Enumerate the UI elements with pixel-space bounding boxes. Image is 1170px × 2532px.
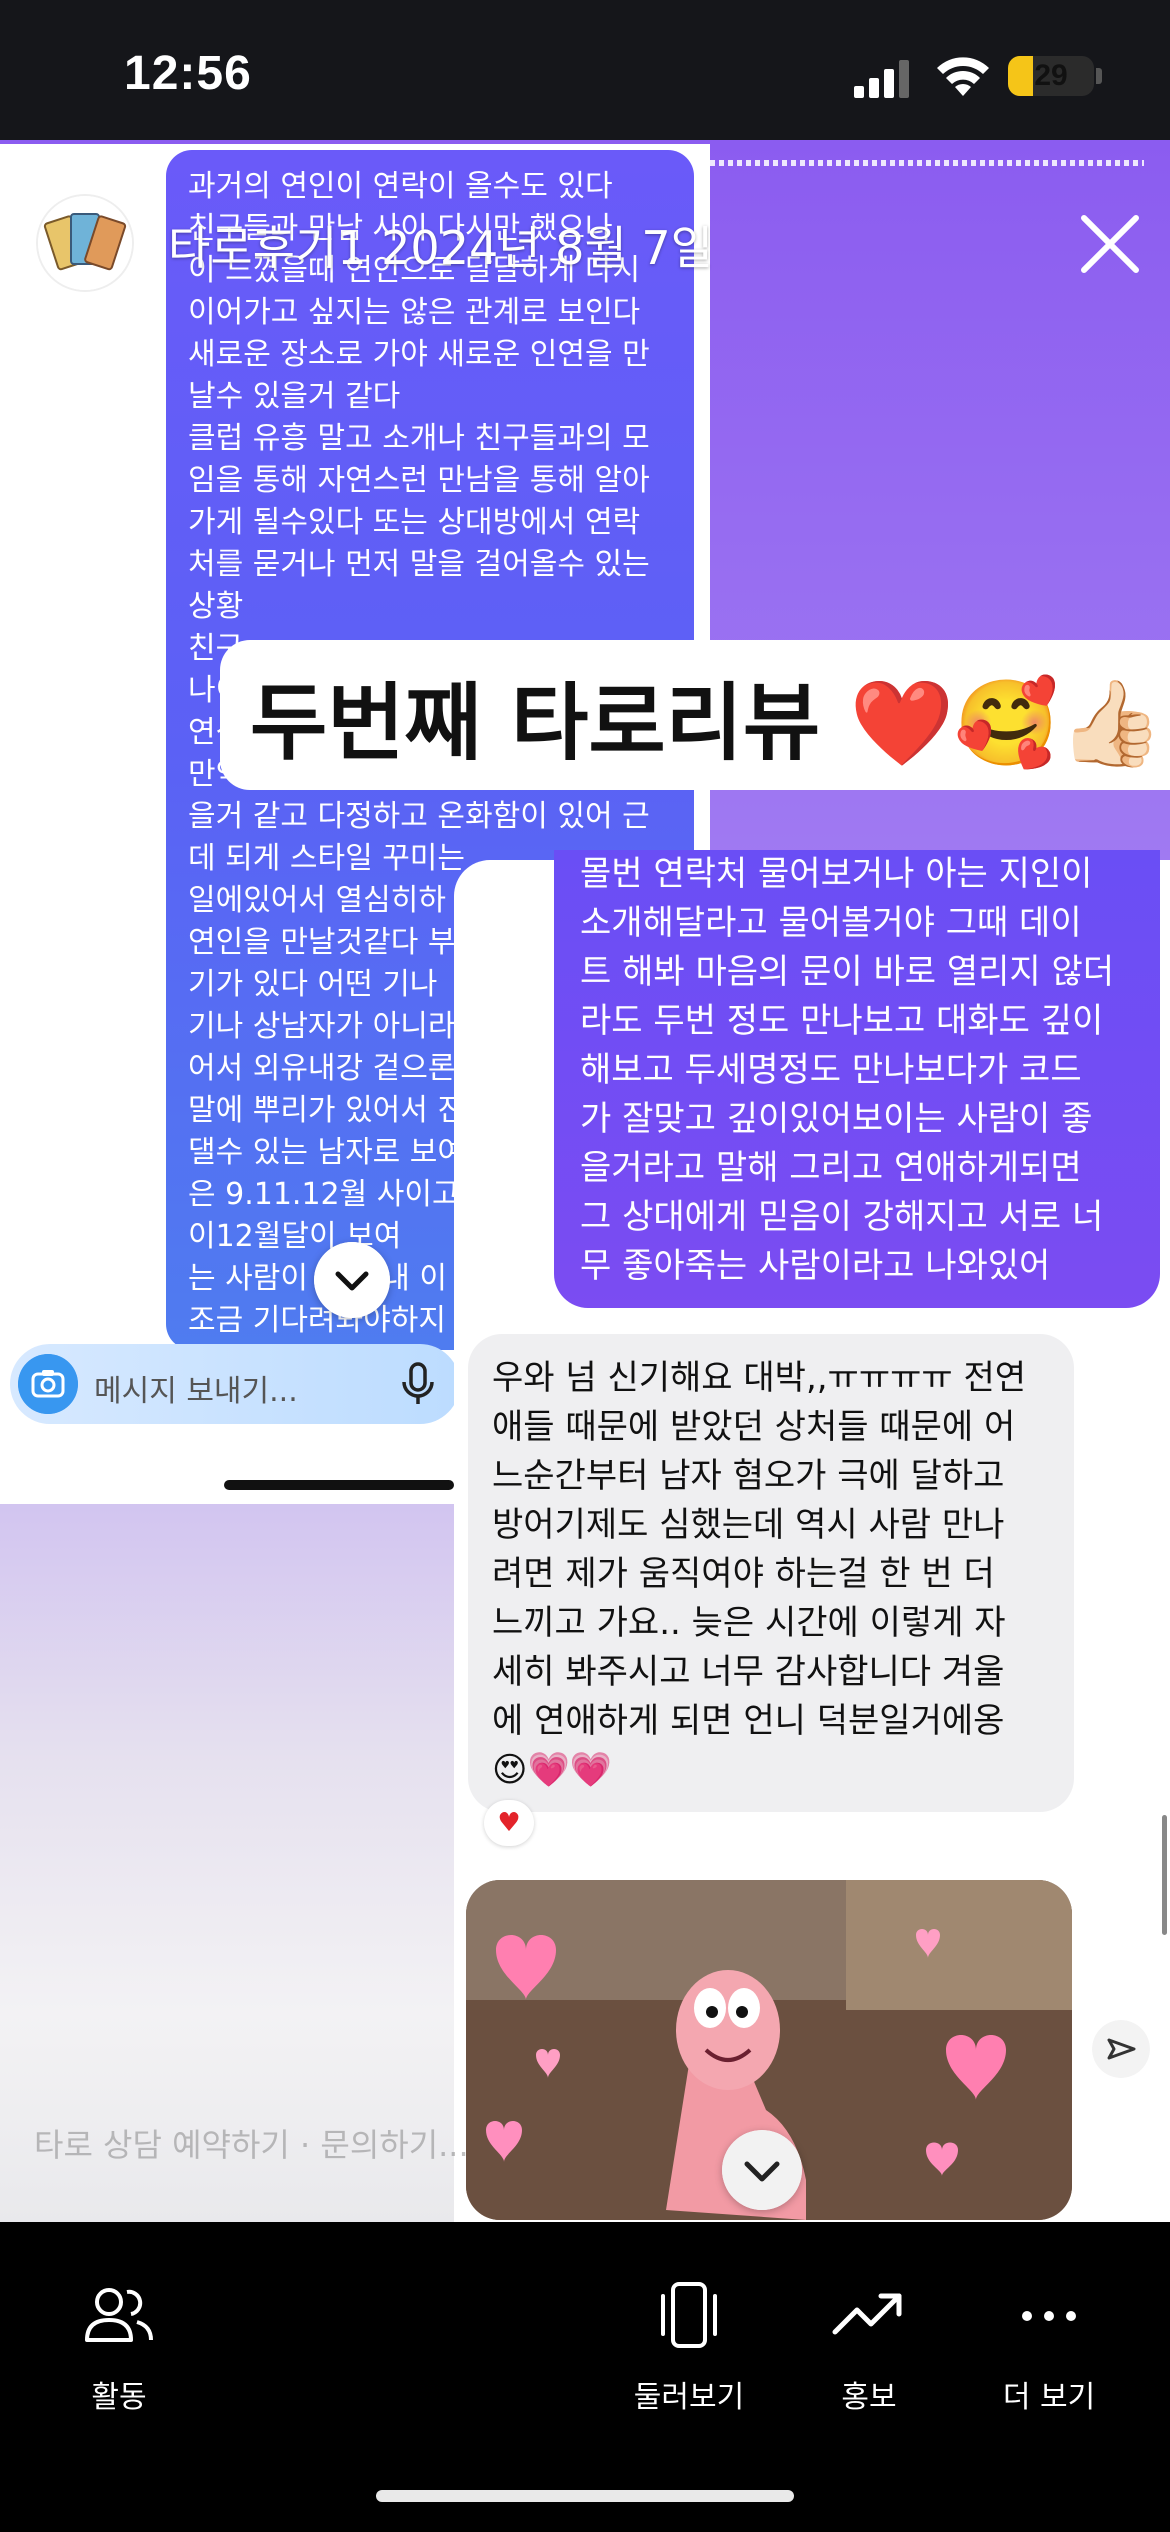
scroll-down-chevron-icon-2[interactable] <box>722 2130 802 2210</box>
screenshot-home-indicator <box>224 1480 454 1490</box>
nav-more-label: 더 보기 <box>1002 2380 1096 2415</box>
trending-up-icon <box>832 2293 902 2335</box>
faded-background-text: 타로 상담 예약하기 · 문의하기... <box>34 2126 469 2164</box>
cellular-signal-icon <box>854 60 909 98</box>
status-time: 12:56 <box>124 47 252 100</box>
tarot-cards-icon <box>38 196 132 290</box>
nav-promote-label: 홍보 <box>841 2380 897 2415</box>
nav-activity[interactable]: 활동 <box>34 2280 204 2416</box>
gray-message-text: 우와 넘 신기해요 대박,,ㅠㅠㅠㅠ 전연 애들 때문에 받았던 상처들 때문에… <box>492 1358 1027 1790</box>
heart-reaction-icon: ♥ <box>484 1800 534 1846</box>
battery-icon: 29 <box>1008 56 1094 96</box>
battery-level: 29 <box>1034 59 1068 92</box>
purple-message-text: 몰번 연락처 물어보거나 아는 지인이 소개해달라고 물어볼거야 그때 데이 트… <box>580 854 1115 1286</box>
headline-text: 두번째 타로리뷰 ❤️🥰👍🏻 <box>250 674 1164 772</box>
nav-more[interactable]: 더 보기 <box>964 2280 1134 2416</box>
camera-icon[interactable] <box>18 1354 78 1414</box>
people-icon <box>85 2288 153 2342</box>
message-input-placeholder[interactable]: 메시지 보내기... <box>94 1366 298 1410</box>
nav-promote[interactable]: 홍보 <box>784 2280 954 2416</box>
nav-browse-label: 둘러보기 <box>633 2380 745 2415</box>
battery-cap <box>1096 68 1102 84</box>
microphone-icon[interactable] <box>398 1362 438 1408</box>
send-icon[interactable] <box>1092 2020 1150 2078</box>
phone-frame-icon <box>661 2282 717 2348</box>
purple-message-bubble: 몰번 연락처 물어보거나 아는 지인이 소개해달라고 물어볼거야 그때 데이 트… <box>554 850 1160 1308</box>
scroll-down-chevron-icon[interactable] <box>314 1242 390 1318</box>
nav-activity-label: 활동 <box>91 2380 147 2415</box>
wifi-icon <box>937 57 989 96</box>
gray-message-bubble: 우와 넘 신기해요 대박,,ㅠㅠㅠㅠ 전연 애들 때문에 받았던 상처들 때문에… <box>468 1334 1074 1812</box>
home-indicator <box>376 2490 794 2502</box>
story-username[interactable]: 타로후기1 2024년 8월 7일 <box>168 212 713 278</box>
scrollbar[interactable] <box>1162 1815 1167 1935</box>
nav-browse[interactable]: 둘러보기 <box>604 2280 774 2416</box>
more-dots-icon <box>1022 2311 1076 2321</box>
close-icon[interactable] <box>1072 206 1148 282</box>
profile-avatar[interactable] <box>36 194 134 292</box>
